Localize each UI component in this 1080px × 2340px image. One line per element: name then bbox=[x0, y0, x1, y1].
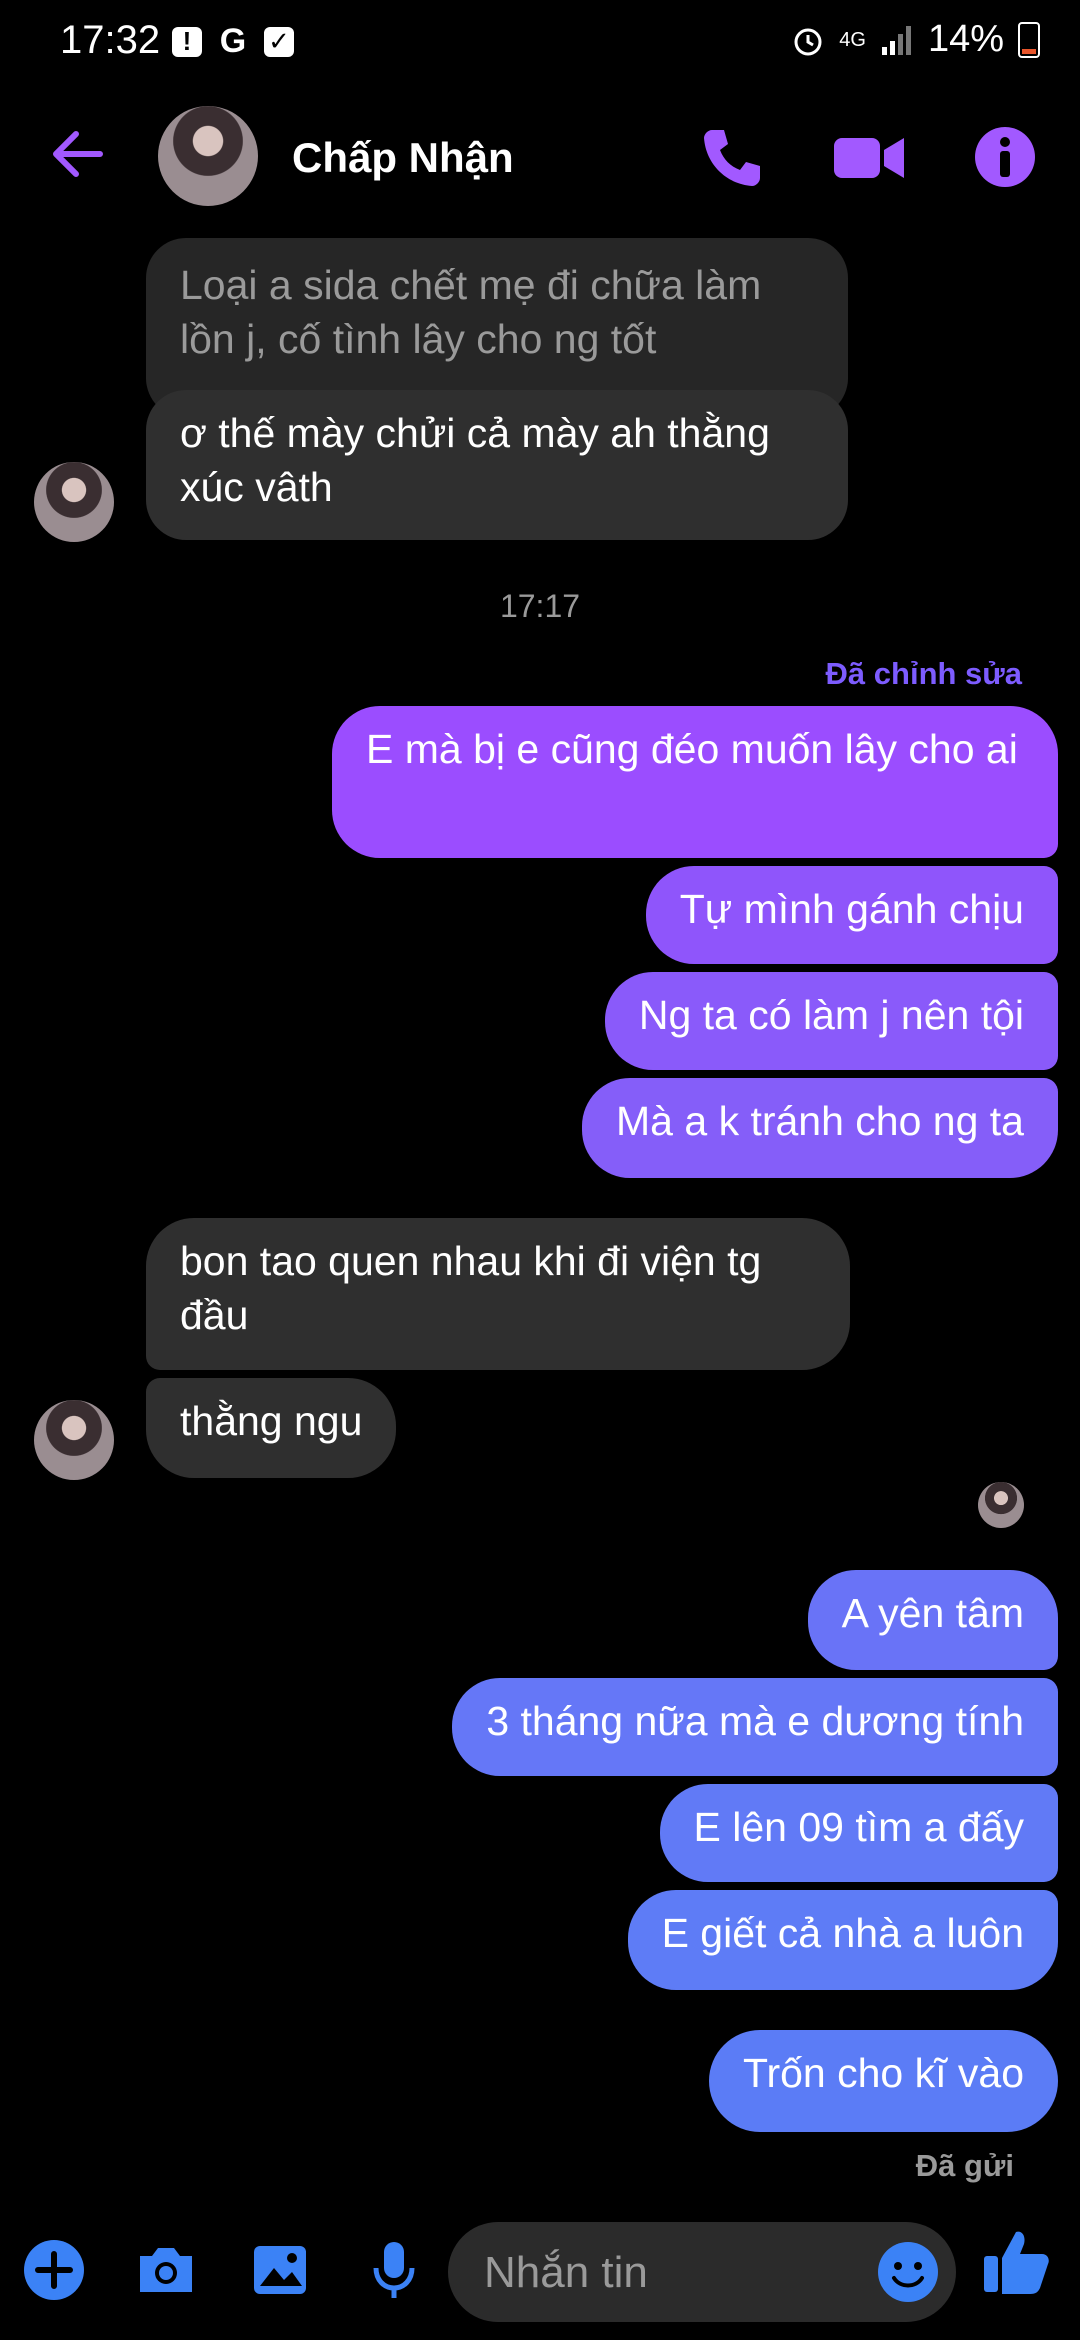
check-icon: ✓ bbox=[264, 26, 294, 57]
back-arrow-icon[interactable] bbox=[48, 124, 108, 184]
outgoing-message[interactable]: Ng ta có làm j nên tội bbox=[604, 972, 1058, 1070]
alert-icon: ! bbox=[172, 26, 202, 57]
contact-name[interactable]: Chấp Nhận bbox=[292, 134, 514, 182]
timestamp: 17:17 bbox=[499, 588, 581, 624]
outgoing-message[interactable]: E lên 09 tìm a đấy bbox=[659, 1784, 1058, 1882]
plus-icon[interactable] bbox=[22, 2238, 86, 2302]
incoming-message[interactable]: ơ thế mày chửi cả mày ah thằng xúc vâth bbox=[146, 390, 848, 540]
outgoing-message[interactable]: E mà bị e cũng đéo muốn lây cho ai bbox=[332, 706, 1058, 858]
incoming-message[interactable]: bon tao quen nhau khi đi viện tg đầu bbox=[146, 1218, 850, 1370]
outgoing-message[interactable]: Trốn cho kĩ vào bbox=[708, 2030, 1058, 2132]
outgoing-message[interactable]: Mà a k tránh cho ng ta bbox=[582, 1078, 1058, 1178]
outgoing-message[interactable]: Tự mình gánh chịu bbox=[645, 866, 1058, 964]
sender-avatar[interactable] bbox=[34, 1400, 114, 1480]
gallery-icon[interactable] bbox=[248, 2238, 312, 2302]
outgoing-message[interactable]: E giết cả nhà a luôn bbox=[627, 1890, 1058, 1990]
network-type: 4G bbox=[839, 28, 866, 51]
seen-avatar bbox=[978, 1482, 1024, 1528]
sent-status: Đã gửi bbox=[915, 2148, 1014, 2183]
google-icon: G bbox=[219, 22, 247, 60]
emoji-icon[interactable] bbox=[876, 2240, 940, 2304]
microphone-icon[interactable] bbox=[362, 2238, 426, 2302]
phone-icon[interactable] bbox=[698, 124, 764, 190]
like-icon[interactable] bbox=[980, 2226, 1052, 2298]
info-icon[interactable] bbox=[972, 124, 1038, 190]
incoming-message[interactable]: thằng ngu bbox=[146, 1378, 397, 1478]
battery-percent: 14% bbox=[927, 18, 1004, 60]
notification-icons: ! G ✓ bbox=[172, 22, 294, 61]
video-call-icon[interactable] bbox=[832, 124, 908, 190]
signal-icon bbox=[881, 25, 911, 55]
camera-icon[interactable] bbox=[134, 2238, 198, 2302]
sender-avatar[interactable] bbox=[34, 462, 114, 542]
contact-avatar[interactable] bbox=[158, 106, 258, 206]
status-time: 17:32 bbox=[60, 18, 161, 62]
battery-icon bbox=[1018, 21, 1040, 58]
outgoing-message[interactable]: 3 tháng nữa mà e dương tính bbox=[452, 1678, 1058, 1776]
edited-label: Đã chỉnh sửa bbox=[825, 656, 1022, 691]
status-right: 4G 14% bbox=[791, 18, 1040, 61]
outgoing-message[interactable]: A yên tâm bbox=[807, 1570, 1058, 1670]
alarm-icon bbox=[794, 28, 822, 55]
message-input-placeholder: Nhắn tin bbox=[484, 2248, 648, 2297]
